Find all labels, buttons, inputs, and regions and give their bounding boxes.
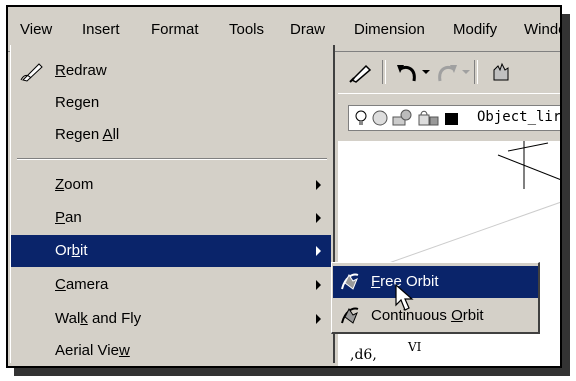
menu-format[interactable]: Format <box>151 19 199 41</box>
menu-dimension[interactable]: Dimension <box>354 19 425 41</box>
lightbulb-icon <box>353 109 369 131</box>
submenu-arrow-icon <box>316 213 321 223</box>
menu-item-camera[interactable]: Camera <box>11 269 331 301</box>
menu-item-redraw[interactable]: Redraw <box>11 55 331 87</box>
continuous-orbit-icon <box>339 305 361 327</box>
toolbar-separator <box>382 60 386 84</box>
lock-icon <box>417 109 441 131</box>
pan-realtime-icon[interactable] <box>488 60 514 88</box>
orbit-submenu: Free Orbit Continuous Orbit <box>331 262 540 334</box>
menu-item-regen-all[interactable]: Regen All <box>11 119 331 151</box>
svg-text:VI: VI <box>407 340 422 354</box>
layer-control[interactable]: Object_lir <box>348 105 562 131</box>
layers-toolbar: Object_lir <box>338 93 562 138</box>
undo-icon[interactable] <box>394 59 420 89</box>
toolbar-separator <box>474 60 478 84</box>
menu-separator <box>17 158 327 160</box>
redo-icon <box>434 59 460 89</box>
menu-item-aerial-view[interactable]: Aerial View <box>11 335 331 367</box>
viewport-freeze-icon <box>391 109 413 131</box>
menu-modify[interactable]: Modify <box>453 19 497 41</box>
menu-tools[interactable]: Tools <box>229 19 264 41</box>
standard-toolbar <box>338 52 560 92</box>
menu-item-pan[interactable]: Pan <box>11 202 331 234</box>
view-menu: Redraw Regen Regen All Zoom Pan Orbit Ca… <box>10 45 335 363</box>
menu-insert[interactable]: Insert <box>82 19 120 41</box>
match-properties-icon[interactable] <box>348 60 374 88</box>
menu-item-regen[interactable]: Regen <box>11 87 331 119</box>
layer-name: Object_lir <box>477 109 562 125</box>
menu-item-orbit[interactable]: Orbit <box>11 235 331 267</box>
submenu-arrow-icon <box>316 314 321 324</box>
submenu-arrow-icon <box>316 280 321 290</box>
redo-dropdown-icon <box>462 70 470 74</box>
freeze-sun-icon <box>371 109 389 131</box>
menu-draw[interactable]: Draw <box>290 19 325 41</box>
undo-dropdown-icon[interactable] <box>422 70 430 74</box>
menu-item-zoom[interactable]: Zoom <box>11 169 331 201</box>
mouse-pointer-icon <box>395 283 415 316</box>
submenu-item-free-orbit[interactable]: Free Orbit <box>333 266 538 298</box>
submenu-arrow-icon <box>316 246 321 256</box>
menu-item-walk-and-fly[interactable]: Walk and Fly <box>11 303 331 335</box>
submenu-arrow-icon <box>316 180 321 190</box>
free-orbit-icon <box>339 271 361 293</box>
menu-view[interactable]: View <box>20 19 52 41</box>
svg-text:,d6,: ,d6, <box>350 347 377 363</box>
layer-color-swatch <box>445 113 458 125</box>
menu-window[interactable]: Windo <box>524 19 560 41</box>
submenu-item-continuous-orbit[interactable]: Continuous Orbit <box>333 300 538 332</box>
